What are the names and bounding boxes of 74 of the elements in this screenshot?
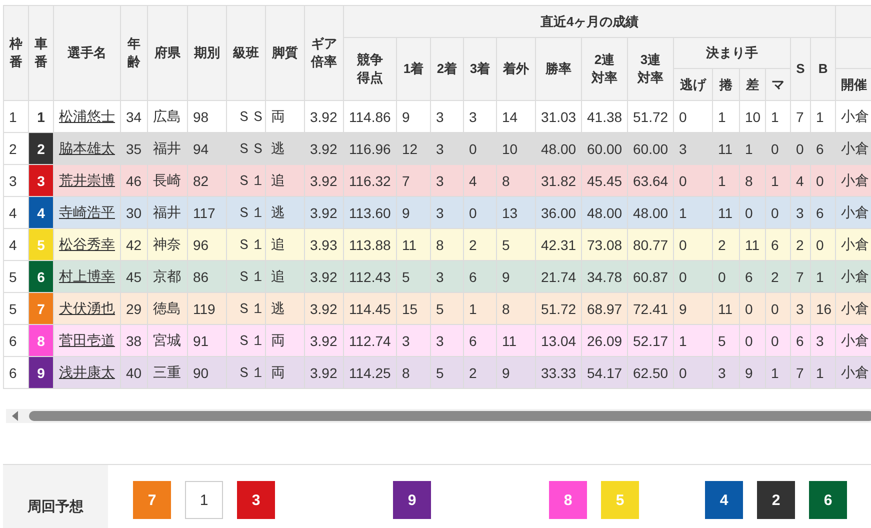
car-number-badge: 5: [29, 229, 53, 260]
column-header: 勝率: [536, 38, 582, 100]
car-number-badge: 7: [133, 481, 171, 519]
table-cell: 9: [496, 356, 536, 388]
column-header: 選手名: [54, 6, 120, 100]
table-cell: 4: [4, 196, 28, 228]
lap-prediction-label: 周回予想: [3, 465, 108, 528]
car-number-badge: 3: [29, 165, 53, 196]
car-number-badge: 4: [29, 197, 53, 228]
column-header: S: [790, 38, 810, 100]
column-header: 逃げ: [674, 68, 712, 100]
table-cell: 3.92: [304, 356, 344, 388]
column-header: 車番: [34, 35, 48, 71]
column-header: 年齢: [128, 35, 140, 71]
car-number-badge: 4: [705, 481, 743, 519]
car-number-badge: 6: [809, 481, 847, 519]
table-cell: 114.25: [344, 356, 396, 388]
table-cell: 2: [4, 132, 28, 164]
column-header: 直近4ヶ月の成績: [344, 6, 836, 38]
car-number-badge: 2: [757, 481, 795, 519]
car-number-badge: 9: [29, 357, 53, 388]
table-cell: 5: [4, 292, 28, 324]
column-header: 着外: [496, 38, 536, 100]
table-cell: 9: [740, 356, 766, 388]
column-header: 差: [740, 68, 766, 100]
table-cell: 33.33: [536, 356, 582, 388]
column-header: 3連対率: [638, 51, 664, 87]
table-cell: 6: [4, 324, 28, 356]
table-cell: 1: [4, 100, 28, 132]
column-header: 1着: [396, 38, 430, 100]
column-header: 3着: [464, 38, 496, 100]
car-number-badge: 6: [29, 261, 53, 292]
car-number-badge: 1: [185, 481, 223, 519]
table-cell: 4: [4, 228, 28, 260]
car-number-badge: 8: [549, 481, 587, 519]
column-header: ギア倍率: [311, 35, 337, 71]
table-cell: 3: [712, 356, 740, 388]
table-cell: 三重: [148, 356, 188, 388]
column-header: 競争得点: [357, 51, 383, 87]
table-cell: 40: [120, 356, 148, 388]
table-cell: 62.50: [628, 356, 674, 388]
car-number-badge: 7: [29, 293, 53, 324]
horizontal-scrollbar[interactable]: [6, 409, 871, 423]
column-header: 決まり手: [674, 38, 790, 68]
car-number-badge: 5: [601, 481, 639, 519]
car-number-badge: 3: [237, 481, 275, 519]
column-header: 期別: [188, 6, 226, 100]
table-cell: 8: [396, 356, 430, 388]
table-cell: 7: [790, 356, 810, 388]
table-cell: 6: [4, 356, 28, 388]
table-cell: 0: [674, 356, 712, 388]
column-header: 捲: [712, 68, 740, 100]
column-header: 枠番: [10, 35, 22, 71]
table-cell: Ｓ１: [226, 356, 266, 388]
table-cell: 5: [430, 356, 464, 388]
car-number-badge: 2: [29, 133, 53, 164]
column-header: 2着: [430, 38, 464, 100]
car-number-badge: 9: [393, 481, 431, 519]
column-header: 脚質: [266, 6, 304, 100]
column-header: B: [810, 38, 836, 100]
table-cell: 両: [266, 356, 304, 388]
column-header: マ: [766, 68, 790, 100]
table-cell: 90: [188, 356, 226, 388]
table-cell: 1: [810, 356, 836, 388]
table-cell: 2: [464, 356, 496, 388]
column-header: 級班: [226, 6, 266, 100]
column-header: 2連対率: [592, 51, 618, 87]
table-cell: 54.17: [582, 356, 628, 388]
table-cell: 5: [4, 260, 28, 292]
column-header: 開催: [836, 68, 871, 100]
car-number-badge: 8: [29, 325, 53, 356]
column-header: 府県: [148, 6, 188, 100]
table-cell: 3: [4, 164, 28, 196]
table-cell: 1: [766, 356, 790, 388]
